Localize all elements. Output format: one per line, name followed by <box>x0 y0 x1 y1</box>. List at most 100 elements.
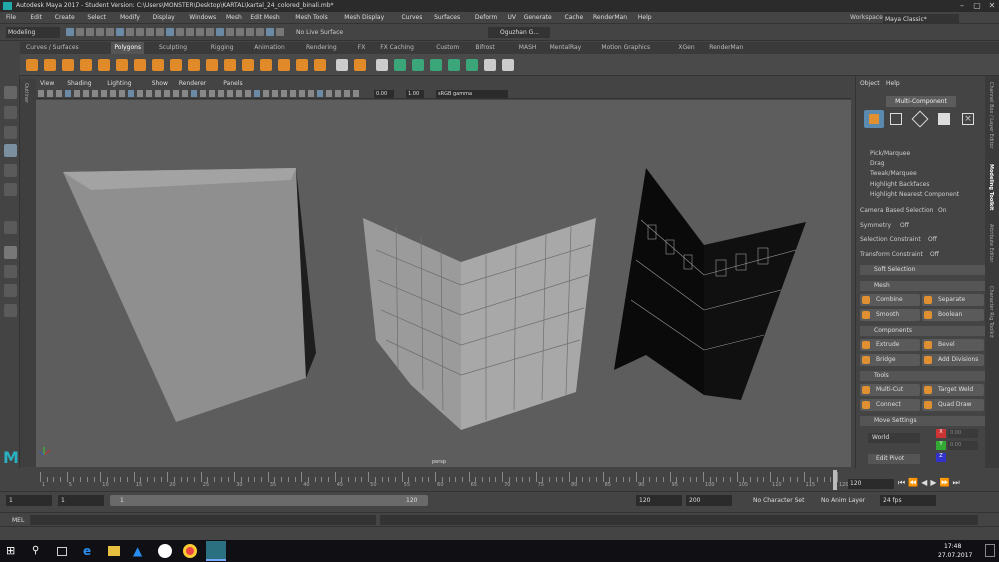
separate-button[interactable]: Separate <box>922 294 984 306</box>
panel-toolbar-icon[interactable] <box>92 90 98 97</box>
web-app-icon[interactable] <box>158 544 172 558</box>
windows-start-icon[interactable]: ⊞ <box>6 544 20 558</box>
shelf-tab-animation[interactable]: Animation <box>254 42 285 54</box>
quad-draw-button[interactable]: Quad Draw <box>922 399 984 411</box>
character-set-label[interactable]: No Character Set <box>753 497 804 504</box>
panel-toolbar-icon[interactable] <box>245 90 251 97</box>
shelf-menu-icon[interactable] <box>0 42 20 76</box>
select-tool-icon[interactable] <box>4 86 17 99</box>
option-tweak-marquee[interactable]: Tweak/Marquee <box>860 168 986 179</box>
y-axis-button[interactable]: Y <box>936 441 946 450</box>
shelf-tool-icon[interactable] <box>98 59 110 71</box>
x-value-field[interactable]: 0.00 <box>948 429 978 438</box>
panel-menu-renderer[interactable]: Renderer <box>179 79 206 89</box>
menu-mesh-tools[interactable]: Mesh Tools <box>295 12 327 24</box>
panel-toolbar-icon[interactable] <box>65 90 71 97</box>
status-tool-icon[interactable] <box>196 28 204 36</box>
shelf-tool-icon[interactable] <box>484 59 496 71</box>
menu-windows[interactable]: Windows <box>189 12 216 24</box>
outliner-layout-icon[interactable] <box>4 304 17 317</box>
status-tool-icon[interactable] <box>176 28 184 36</box>
current-frame-field[interactable]: 120 <box>848 479 894 489</box>
shelf-tab-mentalray[interactable]: MentalRay <box>550 42 582 54</box>
panel-toolbar-icon[interactable] <box>128 90 134 97</box>
panel-toolbar-icon[interactable] <box>227 90 233 97</box>
menu-uv[interactable]: UV <box>508 12 517 24</box>
menu-file[interactable]: File <box>6 12 16 24</box>
shelf-tool-icon[interactable] <box>260 59 272 71</box>
task-view-icon[interactable] <box>57 547 67 556</box>
shelf-tool-icon[interactable] <box>430 59 442 71</box>
panel-toolbar-icon[interactable] <box>272 90 278 97</box>
menu-modify[interactable]: Modify <box>120 12 140 24</box>
transform-constraint-row[interactable]: Transform Constraint Off <box>860 249 986 260</box>
panel-toolbar-icon[interactable] <box>299 90 305 97</box>
panel-toolbar-icon[interactable] <box>164 90 170 97</box>
close-icon[interactable]: ✕ <box>985 0 999 12</box>
exposure-field[interactable]: 0.00 <box>374 90 394 98</box>
checkbox-highlight-nearest[interactable]: Highlight Nearest Component <box>860 189 986 200</box>
user-account-button[interactable]: Oguzhan G... <box>488 27 550 38</box>
notifications-icon[interactable] <box>985 544 995 557</box>
status-tool-icon[interactable] <box>156 28 164 36</box>
shelf-tool-icon[interactable] <box>26 59 38 71</box>
bevel-button[interactable]: Bevel <box>922 339 984 351</box>
shelf-tool-icon[interactable] <box>502 59 514 71</box>
panel-toolbar-icon[interactable] <box>209 90 215 97</box>
four-view-icon[interactable] <box>4 265 17 278</box>
shelf-tab-xgen[interactable]: XGen <box>678 42 694 54</box>
multi-cut-button[interactable]: Multi-Cut <box>860 384 920 396</box>
edge-mode-icon[interactable] <box>911 110 929 128</box>
menu-deform[interactable]: Deform <box>475 12 497 24</box>
menu-create[interactable]: Create <box>55 12 75 24</box>
shelf-tool-icon[interactable] <box>448 59 460 71</box>
menu-help[interactable]: Help <box>638 12 652 24</box>
gamma-field[interactable]: 1.00 <box>406 90 424 98</box>
status-tool-icon[interactable] <box>96 28 104 36</box>
mode-dropdown[interactable]: Modeling <box>6 27 60 38</box>
panel-menu-lighting[interactable]: Lighting <box>107 79 131 89</box>
panel-toolbar-icon[interactable] <box>155 90 161 97</box>
status-tool-icon[interactable] <box>186 28 194 36</box>
autodesk-app-icon[interactable]: ▲ <box>133 544 147 558</box>
shelf-tab-renderman[interactable]: RenderMan <box>709 42 743 54</box>
status-tool-icon[interactable] <box>266 28 274 36</box>
status-tool-icon[interactable] <box>86 28 94 36</box>
shelf-tool-icon[interactable] <box>314 59 326 71</box>
modeling-toolkit-tab[interactable]: Modeling Toolkit <box>988 164 994 210</box>
shelf-tab-fx-caching[interactable]: FX Caching <box>380 42 414 54</box>
panel-toolbar-icon[interactable] <box>191 90 197 97</box>
panel-toolbar-icon[interactable] <box>173 90 179 97</box>
shelf-tool-icon[interactable] <box>116 59 128 71</box>
menu-edit-mesh[interactable]: Edit Mesh <box>250 12 279 24</box>
shelf-tool-icon[interactable] <box>466 59 478 71</box>
play-backward-icon[interactable]: ◀ <box>921 478 930 487</box>
panel-toolbar-icon[interactable] <box>236 90 242 97</box>
combine-button[interactable]: Combine <box>860 294 920 306</box>
extrude-button[interactable]: Extrude <box>860 339 920 351</box>
object-menu[interactable]: Object <box>860 80 880 87</box>
shelf-tab-bifrost[interactable]: Bifrost <box>475 42 494 54</box>
box-mesh-front[interactable] <box>63 168 306 422</box>
panel-toolbar-icon[interactable] <box>101 90 107 97</box>
menu-mesh[interactable]: Mesh <box>226 12 242 24</box>
move-settings-section[interactable]: Move Settings <box>860 416 986 426</box>
panel-toolbar-icon[interactable] <box>254 90 260 97</box>
shelf-tool-icon[interactable] <box>170 59 182 71</box>
range-bar[interactable]: 1 120 <box>110 495 428 506</box>
end-frame-field[interactable]: 200 <box>686 495 732 506</box>
panel-toolbar-icon[interactable] <box>353 90 359 97</box>
boolean-button[interactable]: Boolean <box>922 309 984 321</box>
shelf-tab-rigging[interactable]: Rigging <box>211 42 234 54</box>
fps-dropdown[interactable]: 24 fps <box>880 495 936 506</box>
anim-layer-label[interactable]: No Anim Layer <box>821 497 865 504</box>
panel-toolbar-icon[interactable] <box>110 90 116 97</box>
shelf-tool-icon[interactable] <box>278 59 290 71</box>
panel-toolbar-icon[interactable] <box>146 90 152 97</box>
scale-tool-icon[interactable] <box>4 183 17 196</box>
workspace-dropdown[interactable]: Maya Classic* <box>883 14 959 23</box>
menu-select[interactable]: Select <box>87 12 106 24</box>
color-space-dropdown[interactable]: sRGB gamma <box>436 90 508 98</box>
panel-toolbar-icon[interactable] <box>83 90 89 97</box>
shelf-tab-fx[interactable]: FX <box>358 42 366 54</box>
